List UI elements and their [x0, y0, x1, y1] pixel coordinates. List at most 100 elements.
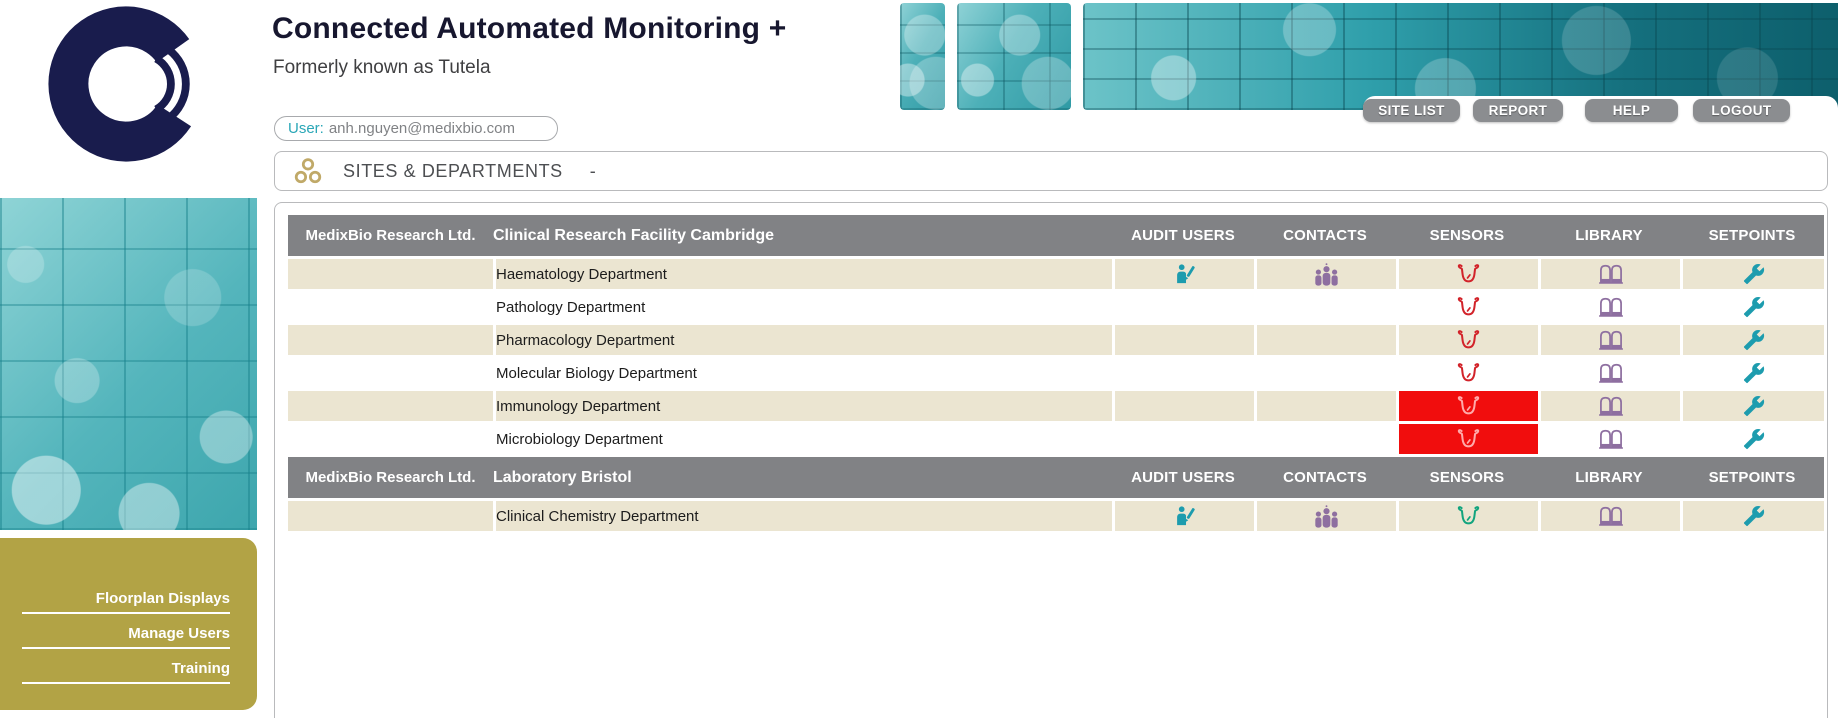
nav-button-help[interactable]: HELP — [1585, 99, 1678, 122]
site-header: Clinical Research Facility Cambridge — [493, 215, 1112, 256]
column-header-contacts: CONTACTS — [1254, 215, 1396, 256]
library-cell — [1538, 325, 1680, 355]
audit-users-cell — [1112, 325, 1254, 355]
sensors-cell — [1396, 501, 1538, 531]
library-cell — [1538, 358, 1680, 388]
section-title: SITES & DEPARTMENTS — [343, 161, 563, 182]
department-row: Immunology Department — [288, 391, 1824, 421]
sites-cluster-icon — [293, 157, 323, 185]
sensor-probe-icon[interactable] — [1457, 296, 1480, 319]
column-header-audit-users: AUDIT USERS — [1112, 457, 1254, 498]
library-book-icon[interactable] — [1598, 395, 1624, 417]
wrench-icon[interactable] — [1743, 362, 1765, 384]
contacts-cell — [1254, 292, 1396, 322]
organisation-cell — [288, 501, 493, 531]
group-header-row: MedixBio Research Ltd.Clinical Research … — [288, 215, 1824, 256]
department-name: Clinical Chemistry Department — [493, 501, 1112, 531]
banner-art-large — [1083, 3, 1838, 110]
audit-users-icon[interactable] — [1174, 262, 1196, 286]
audit-users-icon[interactable] — [1174, 504, 1196, 528]
banner-art-medium — [957, 3, 1071, 110]
department-name: Pharmacology Department — [493, 325, 1112, 355]
wrench-icon[interactable] — [1743, 428, 1765, 450]
current-user-box: User: anh.nguyen@medixbio.com — [274, 116, 558, 141]
organisation-cell — [288, 358, 493, 388]
library-cell — [1538, 391, 1680, 421]
organisation-header: MedixBio Research Ltd. — [288, 215, 493, 256]
column-header-library: LIBRARY — [1538, 457, 1680, 498]
contacts-cell — [1254, 501, 1396, 531]
wrench-icon[interactable] — [1743, 329, 1765, 351]
section-suffix: - — [590, 161, 596, 182]
audit-users-cell — [1112, 292, 1254, 322]
sensors-cell — [1396, 292, 1538, 322]
sidebar-art — [0, 198, 257, 530]
site-header: Laboratory Bristol — [493, 457, 1112, 498]
department-name: Molecular Biology Department — [493, 358, 1112, 388]
sidebar-menu: Floorplan Displays Manage Users Training — [0, 538, 257, 710]
library-book-icon[interactable] — [1598, 296, 1624, 318]
setpoints-cell — [1680, 501, 1824, 531]
company-logo-icon — [44, 4, 208, 164]
sensors-cell — [1396, 424, 1538, 454]
sidebar-link-training[interactable]: Training — [22, 660, 230, 684]
sensor-probe-icon[interactable] — [1457, 263, 1480, 286]
contacts-cell — [1254, 325, 1396, 355]
organisation-header: MedixBio Research Ltd. — [288, 457, 493, 498]
column-header-setpoints: SETPOINTS — [1680, 215, 1824, 256]
page-title: Connected Automated Monitoring + — [272, 12, 786, 46]
column-header-setpoints: SETPOINTS — [1680, 457, 1824, 498]
library-book-icon[interactable] — [1598, 263, 1624, 285]
contacts-icon[interactable] — [1313, 262, 1340, 286]
sensors-cell — [1396, 358, 1538, 388]
department-row: Pharmacology Department — [288, 325, 1824, 355]
top-navigation: SITE LIST REPORT HELP LOGOUT — [1363, 99, 1797, 122]
library-book-icon[interactable] — [1598, 505, 1624, 527]
nav-button-site-list[interactable]: SITE LIST — [1363, 99, 1460, 122]
sensor-probe-icon[interactable] — [1457, 362, 1480, 385]
sensor-probe-icon[interactable] — [1457, 329, 1480, 352]
setpoints-cell — [1680, 292, 1824, 322]
library-cell — [1538, 424, 1680, 454]
organisation-cell — [288, 259, 493, 289]
wrench-icon[interactable] — [1743, 263, 1765, 285]
sites-departments-bar: SITES & DEPARTMENTS - — [274, 151, 1828, 191]
wrench-icon[interactable] — [1743, 296, 1765, 318]
department-row: Molecular Biology Department — [288, 358, 1824, 388]
sensor-probe-icon[interactable] — [1457, 505, 1480, 528]
department-row: Clinical Chemistry Department — [288, 501, 1824, 531]
sidebar-link-manage-users[interactable]: Manage Users — [22, 625, 230, 649]
sidebar-link-floorplan-displays[interactable]: Floorplan Displays — [22, 590, 230, 614]
sensors-cell — [1396, 325, 1538, 355]
contacts-icon[interactable] — [1313, 504, 1340, 528]
organisation-cell — [288, 391, 493, 421]
wrench-icon[interactable] — [1743, 395, 1765, 417]
department-name: Microbiology Department — [493, 424, 1112, 454]
user-email: anh.nguyen@medixbio.com — [329, 120, 515, 137]
column-header-sensors: SENSORS — [1396, 457, 1538, 498]
column-header-sensors: SENSORS — [1396, 215, 1538, 256]
nav-button-report[interactable]: REPORT — [1473, 99, 1563, 122]
library-cell — [1538, 292, 1680, 322]
sensor-probe-icon[interactable] — [1457, 428, 1480, 451]
nav-button-logout[interactable]: LOGOUT — [1693, 99, 1790, 122]
setpoints-cell — [1680, 358, 1824, 388]
banner-art-small — [900, 3, 945, 110]
sensor-probe-icon[interactable] — [1457, 395, 1480, 418]
library-book-icon[interactable] — [1598, 362, 1624, 384]
library-book-icon[interactable] — [1598, 329, 1624, 351]
library-cell — [1538, 501, 1680, 531]
contacts-cell — [1254, 358, 1396, 388]
wrench-icon[interactable] — [1743, 505, 1765, 527]
setpoints-cell — [1680, 391, 1824, 421]
organisation-cell — [288, 325, 493, 355]
contacts-cell — [1254, 424, 1396, 454]
department-row: Microbiology Department — [288, 424, 1824, 454]
setpoints-cell — [1680, 424, 1824, 454]
library-book-icon[interactable] — [1598, 428, 1624, 450]
department-row: Pathology Department — [288, 292, 1824, 322]
sensors-cell — [1396, 259, 1538, 289]
contacts-cell — [1254, 259, 1396, 289]
audit-users-cell — [1112, 391, 1254, 421]
user-label: User: — [288, 120, 324, 137]
